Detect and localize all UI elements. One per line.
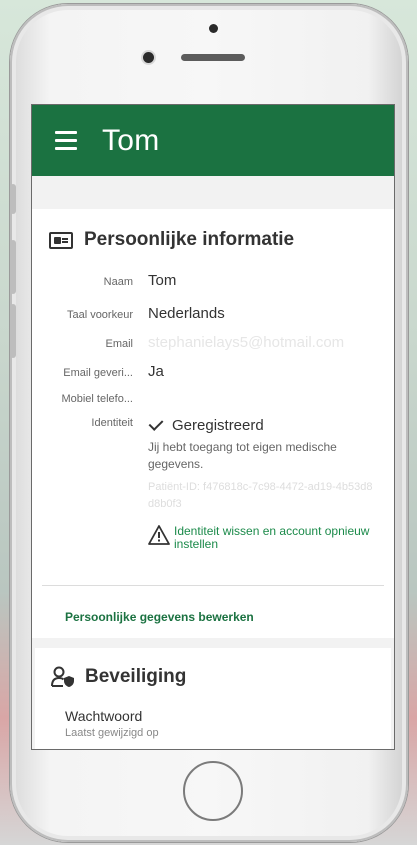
info-label: Mobiel telefo...	[61, 393, 133, 405]
info-row-name: Naam Tom	[32, 272, 394, 289]
info-value: stephanielays5@hotmail.com	[148, 334, 345, 351]
app-bar: Tom	[32, 105, 394, 176]
personal-info-header: Persoonlijke informatie	[32, 209, 394, 251]
edit-personal-data-link[interactable]: Persoonlijke gegevens bewerken	[65, 610, 254, 624]
info-row-mobile: Mobiel telefo...	[32, 393, 394, 405]
warning-icon	[148, 525, 170, 545]
security-card: Beveiliging Wachtwoord Laatst gewijzigd …	[35, 648, 391, 749]
info-label: Identiteit	[91, 417, 133, 429]
personal-info-title: Persoonlijke informatie	[84, 229, 295, 250]
info-label: Email	[105, 338, 133, 350]
reset-identity-link[interactable]: Identiteit wissen en account opnieuw ins…	[148, 525, 378, 551]
front-camera	[143, 52, 154, 63]
info-value: Ja	[148, 363, 164, 380]
personal-info-card: Persoonlijke informatie Naam Tom Taal vo…	[32, 209, 394, 638]
user-shield-icon	[51, 666, 74, 687]
side-button	[10, 184, 16, 214]
info-row-email-verified: Email geveri... Ja	[32, 363, 394, 380]
security-title: Beveiliging	[85, 666, 187, 687]
volume-down-button	[10, 304, 16, 358]
info-label: Email geveri...	[63, 367, 133, 379]
home-button[interactable]	[183, 761, 243, 821]
identity-details: Geregistreerd Jij hebt toegang tot eigen…	[148, 416, 378, 551]
proximity-sensor	[209, 24, 218, 33]
divider	[42, 585, 384, 586]
info-label: Taal voorkeur	[66, 309, 133, 321]
security-header: Beveiliging	[35, 648, 391, 688]
identity-description: Jij hebt toegang tot eigen medische gege…	[148, 440, 337, 471]
info-value: Nederlands	[148, 305, 225, 322]
app-screen: Tom Persoonlijke informatie Naam Tom Taa…	[31, 104, 395, 750]
info-row-email: Email stephanielays5@hotmail.com	[32, 334, 394, 351]
info-label: Naam	[103, 276, 133, 288]
earpiece-speaker	[181, 54, 245, 61]
password-changed-text: Laatst gewijzigd op	[65, 727, 159, 739]
info-row-language: Taal voorkeur Nederlands	[32, 305, 394, 322]
reset-identity-text[interactable]: Identiteit wissen en account opnieuw ins…	[174, 525, 378, 551]
page-title: Tom	[102, 123, 160, 157]
menu-icon[interactable]	[55, 131, 77, 150]
volume-up-button	[10, 240, 16, 294]
identity-status-text: Geregistreerd	[172, 417, 264, 434]
identity-status: Geregistreerd	[148, 416, 378, 434]
patient-id: Patiënt-ID: f476818c-7c98-4472-ad19-4b53…	[148, 481, 373, 510]
id-card-icon	[49, 231, 73, 249]
checkmark-icon	[148, 416, 164, 431]
password-label[interactable]: Wachtwoord	[65, 708, 391, 724]
info-value: Tom	[148, 272, 177, 289]
